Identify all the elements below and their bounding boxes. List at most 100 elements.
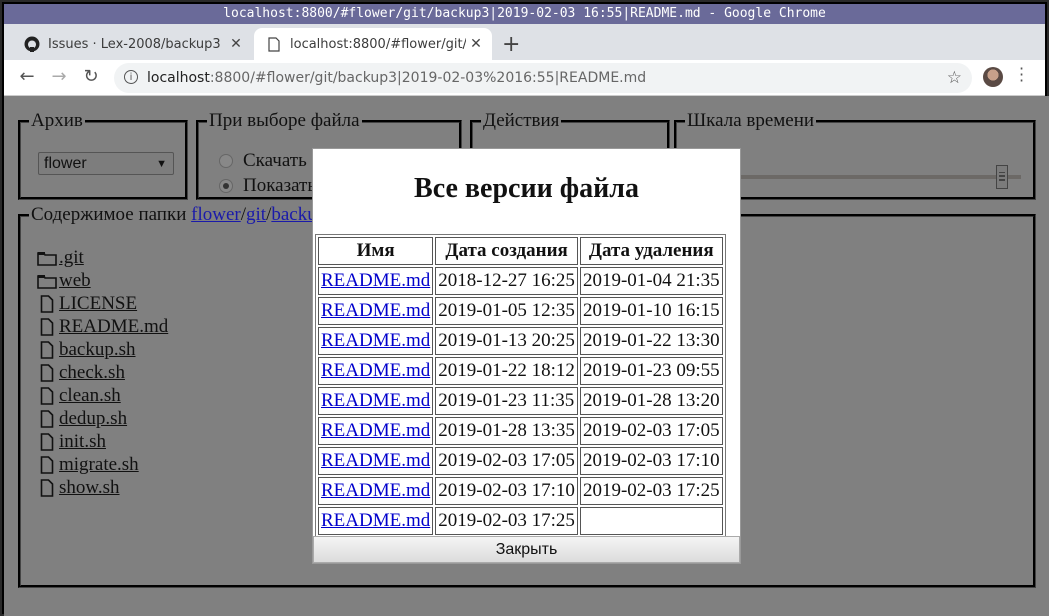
- breadcrumb-link[interactable]: flower: [191, 204, 241, 225]
- back-icon[interactable]: ←: [16, 66, 38, 88]
- timeline-slider-thumb[interactable]: [996, 165, 1009, 189]
- version-link[interactable]: README.md: [321, 390, 430, 411]
- table-row: README.md 2019-01-22 18:12 2019-01-23 09:5…: [318, 357, 723, 385]
- cell-deleted: [579, 507, 723, 535]
- list-item[interactable]: README.md: [37, 315, 168, 338]
- list-item[interactable]: LICENSE: [37, 292, 168, 315]
- close-button[interactable]: Закрыть: [313, 536, 740, 563]
- table-row: README.md 2019-02-03 17:05 2019-02-03 17:1…: [318, 447, 723, 475]
- cell-created: 2018-12-27 16:25: [435, 267, 578, 295]
- bookmark-star-icon[interactable]: ☆: [947, 63, 962, 93]
- tab-label: Issues · Lex-2008/backup3: [48, 36, 221, 52]
- cell-name: README.md: [318, 357, 434, 385]
- menu-kebab-icon[interactable]: · · ·: [1019, 61, 1024, 89]
- list-item[interactable]: web: [37, 269, 168, 292]
- radio-button[interactable]: [219, 179, 233, 193]
- list-item[interactable]: show.sh: [37, 476, 168, 499]
- version-link[interactable]: README.md: [321, 480, 430, 501]
- file-icon: [37, 317, 57, 336]
- folder-legend-label: Содержимое папки: [31, 204, 187, 225]
- dropdown-arrow-icon: ▼: [156, 158, 167, 170]
- list-item[interactable]: .git: [37, 246, 168, 269]
- file-icon: [37, 432, 57, 451]
- folder-legend: Содержимое папки flower/git/backup3: [29, 204, 338, 226]
- cell-created: 2019-02-03 17:05: [435, 447, 578, 475]
- actions-legend: Действия: [483, 110, 560, 131]
- file-link[interactable]: LICENSE: [59, 293, 137, 315]
- version-link[interactable]: README.md: [321, 360, 430, 381]
- file-link[interactable]: init.sh: [59, 431, 106, 453]
- cell-name: README.md: [318, 267, 434, 295]
- file-link[interactable]: dedup.sh: [59, 408, 127, 430]
- column-header-name: Имя: [318, 237, 434, 265]
- cell-name: README.md: [318, 417, 434, 445]
- table-row: README.md 2018-12-27 16:25 2019-01-04 21:3…: [318, 267, 723, 295]
- reload-icon[interactable]: ↻: [80, 66, 102, 88]
- version-link[interactable]: README.md: [321, 330, 430, 351]
- browser-window: localhost:8800/#flower/git/backup3|2019-…: [0, 0, 1049, 616]
- tab-label: localhost:8800/#flower/git/: [290, 36, 466, 52]
- table-header-row: Имя Дата создания Дата удаления: [318, 237, 723, 265]
- file-link[interactable]: check.sh: [59, 362, 125, 384]
- list-item[interactable]: backup.sh: [37, 338, 168, 361]
- close-tab-icon[interactable]: ✕: [226, 36, 246, 52]
- versions-table: Имя Дата создания Дата удаления README.m…: [315, 234, 726, 538]
- new-tab-icon[interactable]: +: [502, 32, 520, 57]
- cell-name: README.md: [318, 387, 434, 415]
- list-item[interactable]: clean.sh: [37, 384, 168, 407]
- file-icon: [37, 409, 57, 428]
- cell-created: 2019-01-05 12:35: [435, 297, 578, 325]
- version-link[interactable]: README.md: [321, 270, 430, 291]
- file-link[interactable]: migrate.sh: [59, 454, 139, 476]
- forward-icon[interactable]: →: [48, 66, 70, 88]
- cell-name: README.md: [318, 477, 434, 505]
- file-link[interactable]: .git: [59, 247, 84, 269]
- list-item[interactable]: migrate.sh: [37, 453, 168, 476]
- folder-icon: [37, 249, 57, 266]
- file-link[interactable]: show.sh: [59, 477, 120, 499]
- cell-created: 2019-01-23 11:35: [435, 387, 578, 415]
- file-link[interactable]: README.md: [59, 316, 168, 338]
- tab-strip: Issues · Lex-2008/backup3 ✕ localhost:88…: [4, 24, 1045, 60]
- cell-created: 2019-02-03 17:25: [435, 507, 578, 535]
- file-icon: [37, 455, 57, 474]
- version-link[interactable]: README.md: [321, 300, 430, 321]
- folder-icon: [37, 272, 57, 289]
- table-row: README.md 2019-01-13 20:25 2019-01-22 13:3…: [318, 327, 723, 355]
- file-link[interactable]: backup.sh: [59, 339, 136, 361]
- version-link[interactable]: README.md: [321, 450, 430, 471]
- file-link[interactable]: clean.sh: [59, 385, 121, 407]
- dialog-title: Все версии файла: [414, 173, 639, 204]
- timeline-slider-track[interactable]: [697, 175, 1021, 179]
- file-icon: [37, 294, 57, 313]
- column-header-created: Дата создания: [435, 237, 578, 265]
- close-tab-icon[interactable]: ✕: [466, 36, 486, 52]
- file-icon: [37, 386, 57, 405]
- file-icon: [37, 340, 57, 359]
- radio-label: Показать: [243, 175, 317, 196]
- url-host: localhost: [147, 70, 210, 86]
- archive-legend: Архив: [31, 110, 83, 131]
- radio-show[interactable]: Показать: [219, 175, 316, 197]
- breadcrumb-link[interactable]: git: [246, 204, 266, 225]
- list-item[interactable]: check.sh: [37, 361, 168, 384]
- info-icon[interactable]: i: [124, 70, 138, 84]
- version-link[interactable]: README.md: [321, 420, 430, 441]
- cell-deleted: 2019-02-03 17:25: [579, 477, 723, 505]
- tab-localhost[interactable]: localhost:8800/#flower/git/ ✕: [254, 28, 492, 60]
- versions-dialog: Все версии файла Имя Дата создания Дата …: [312, 148, 741, 564]
- profile-avatar[interactable]: [983, 67, 1003, 87]
- list-item[interactable]: init.sh: [37, 430, 168, 453]
- page-icon: [266, 36, 282, 52]
- file-list: .git web LICENSE README.md backup.sh check.sh…: [37, 246, 168, 499]
- cell-name: README.md: [318, 447, 434, 475]
- tab-issues[interactable]: Issues · Lex-2008/backup3 ✕: [12, 28, 252, 60]
- file-link[interactable]: web: [59, 270, 91, 292]
- radio-button[interactable]: [219, 154, 233, 168]
- list-item[interactable]: dedup.sh: [37, 407, 168, 430]
- url-text: localhost:8800/#flower/git/backup3|2019-…: [147, 63, 646, 93]
- cell-deleted: 2019-01-22 13:30: [579, 327, 723, 355]
- archive-select[interactable]: flower ▼: [38, 152, 174, 175]
- version-link[interactable]: README.md: [321, 510, 430, 531]
- address-bar[interactable]: i localhost:8800/#flower/git/backup3|201…: [114, 63, 972, 93]
